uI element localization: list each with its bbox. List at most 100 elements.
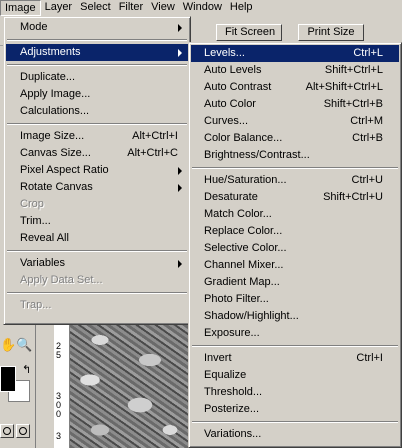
menu-item-canvas-size[interactable]: Canvas Size... Alt+Ctrl+C xyxy=(6,145,188,162)
menu-item-levels[interactable]: Levels... Ctrl+L xyxy=(191,45,399,62)
menu-item-label: Brightness/Contrast... xyxy=(204,149,310,161)
quick-mask-mode-button[interactable] xyxy=(16,424,30,438)
menu-item-apply-image[interactable]: Apply Image... xyxy=(6,86,188,103)
menu-item-label: Replace Color... xyxy=(204,225,283,237)
menu-item-label: Pixel Aspect Ratio xyxy=(20,164,109,176)
menu-separator xyxy=(6,247,188,255)
menu-item-label: Image Size... xyxy=(20,130,85,142)
menu-item-label: Curves... xyxy=(204,115,249,127)
fit-screen-button[interactable]: Fit Screen xyxy=(216,24,282,41)
menu-item-variables[interactable]: Variables xyxy=(6,255,188,272)
menu-item-selective-color[interactable]: Selective Color... xyxy=(191,240,399,257)
menu-item-shortcut: Ctrl+B xyxy=(352,132,383,144)
menu-item-shortcut: Shift+Ctrl+U xyxy=(323,191,383,203)
menu-item-label: Adjustments xyxy=(20,46,81,58)
menu-item-label: Threshold... xyxy=(204,386,263,398)
print-size-button[interactable]: Print Size xyxy=(298,24,364,41)
menu-separator xyxy=(6,289,188,297)
menu-item-posterize[interactable]: Posterize... xyxy=(191,401,399,418)
menu-item-image-size[interactable]: Image Size... Alt+Ctrl+I xyxy=(6,128,188,145)
vertical-ruler: 2 5 3 0 0 3 xyxy=(54,320,70,448)
menu-item-color-balance[interactable]: Color Balance... Ctrl+B xyxy=(191,130,399,147)
menu-item-label: Rotate Canvas xyxy=(20,181,93,193)
menu-item-channel-mixer[interactable]: Channel Mixer... xyxy=(191,257,399,274)
submenu-arrow-icon xyxy=(178,184,182,192)
menu-item-calculations[interactable]: Calculations... xyxy=(6,103,188,120)
menu-item-label: Selective Color... xyxy=(204,242,287,254)
menu-separator xyxy=(6,61,188,69)
menu-item-reveal-all[interactable]: Reveal All xyxy=(6,230,188,247)
menu-image[interactable]: Image xyxy=(0,0,41,16)
hand-tool-icon[interactable]: ✋ xyxy=(0,338,16,351)
menu-item-shortcut: Ctrl+I xyxy=(356,352,383,364)
menu-item-auto-contrast[interactable]: Auto Contrast Alt+Shift+Ctrl+L xyxy=(191,79,399,96)
menu-item-label: Reveal All xyxy=(20,232,69,244)
submenu-arrow-icon xyxy=(178,167,182,175)
menu-item-label: Calculations... xyxy=(20,105,90,117)
menu-item-label: Posterize... xyxy=(204,403,260,415)
menu-item-label: Crop xyxy=(20,198,44,210)
menu-item-rotate-canvas[interactable]: Rotate Canvas xyxy=(6,179,188,196)
ruler-tick: 0 xyxy=(56,409,62,419)
menu-item-label: Color Balance... xyxy=(204,132,283,144)
menu-item-label: Mode xyxy=(20,21,48,33)
menu-item-pixel-aspect-ratio[interactable]: Pixel Aspect Ratio xyxy=(6,162,188,179)
menu-item-label: Exposure... xyxy=(204,327,260,339)
menu-item-label: Apply Data Set... xyxy=(20,274,103,286)
menu-item-threshold[interactable]: Threshold... xyxy=(191,384,399,401)
menu-item-match-color[interactable]: Match Color... xyxy=(191,206,399,223)
menu-item-label: Auto Color xyxy=(204,98,256,110)
submenu-arrow-icon xyxy=(178,24,182,32)
menu-item-photo-filter[interactable]: Photo Filter... xyxy=(191,291,399,308)
menu-item-label: Duplicate... xyxy=(20,71,76,83)
menu-item-curves[interactable]: Curves... Ctrl+M xyxy=(191,113,399,130)
menu-item-variations[interactable]: Variations... xyxy=(191,426,399,443)
image-menu: Mode Adjustments Duplicate... Apply Imag… xyxy=(3,16,191,325)
menu-item-label: Channel Mixer... xyxy=(204,259,284,271)
menu-separator xyxy=(6,36,188,44)
submenu-arrow-icon xyxy=(178,49,182,57)
menu-item-trim[interactable]: Trim... xyxy=(6,213,188,230)
menu-filter[interactable]: Filter xyxy=(115,0,147,16)
menu-item-exposure[interactable]: Exposure... xyxy=(191,325,399,342)
menu-item-shortcut: Alt+Ctrl+I xyxy=(132,130,178,142)
menu-item-brightness-contrast[interactable]: Brightness/Contrast... xyxy=(191,147,399,164)
menu-help[interactable]: Help xyxy=(226,0,257,16)
menu-item-label: Shadow/Highlight... xyxy=(204,310,299,322)
foreground-color-swatch[interactable] xyxy=(0,366,16,392)
standard-mode-button[interactable] xyxy=(0,424,14,438)
menu-item-gradient-map[interactable]: Gradient Map... xyxy=(191,274,399,291)
menu-separator xyxy=(191,164,399,172)
menu-item-duplicate[interactable]: Duplicate... xyxy=(6,69,188,86)
menu-item-label: Auto Contrast xyxy=(204,81,272,93)
menu-item-label: Desaturate xyxy=(204,191,258,203)
menu-layer[interactable]: Layer xyxy=(41,0,77,16)
menu-item-hue-saturation[interactable]: Hue/Saturation... Ctrl+U xyxy=(191,172,399,189)
menu-view[interactable]: View xyxy=(147,0,179,16)
menu-item-invert[interactable]: Invert Ctrl+I xyxy=(191,350,399,367)
menu-item-auto-levels[interactable]: Auto Levels Shift+Ctrl+L xyxy=(191,62,399,79)
menu-item-label: Hue/Saturation... xyxy=(204,174,287,186)
document-canvas[interactable] xyxy=(70,320,188,448)
menu-item-desaturate[interactable]: Desaturate Shift+Ctrl+U xyxy=(191,189,399,206)
menu-item-shortcut: Alt+Ctrl+C xyxy=(127,147,178,159)
menu-item-shadow-highlight[interactable]: Shadow/Highlight... xyxy=(191,308,399,325)
swap-colors-icon[interactable]: ↰ xyxy=(22,364,31,377)
menu-item-shortcut: Alt+Shift+Ctrl+L xyxy=(305,81,383,93)
zoom-tool-icon[interactable]: 🔍 xyxy=(16,338,32,351)
menu-item-label: Auto Levels xyxy=(204,64,262,76)
menu-item-auto-color[interactable]: Auto Color Shift+Ctrl+B xyxy=(191,96,399,113)
ruler-tick: 3 xyxy=(56,431,62,441)
menu-select[interactable]: Select xyxy=(76,0,115,16)
menu-item-shortcut: Ctrl+U xyxy=(351,174,383,186)
menu-item-adjustments[interactable]: Adjustments xyxy=(6,44,188,61)
menu-item-mode[interactable]: Mode xyxy=(6,19,188,36)
menu-item-shortcut: Ctrl+M xyxy=(350,115,383,127)
menu-window[interactable]: Window xyxy=(179,0,226,16)
menu-item-label: Invert xyxy=(204,352,232,364)
menu-item-replace-color[interactable]: Replace Color... xyxy=(191,223,399,240)
menu-item-label: Gradient Map... xyxy=(204,276,280,288)
menu-item-shortcut: Ctrl+L xyxy=(353,47,383,59)
menu-item-label: Variables xyxy=(20,257,66,269)
menu-item-equalize[interactable]: Equalize xyxy=(191,367,399,384)
